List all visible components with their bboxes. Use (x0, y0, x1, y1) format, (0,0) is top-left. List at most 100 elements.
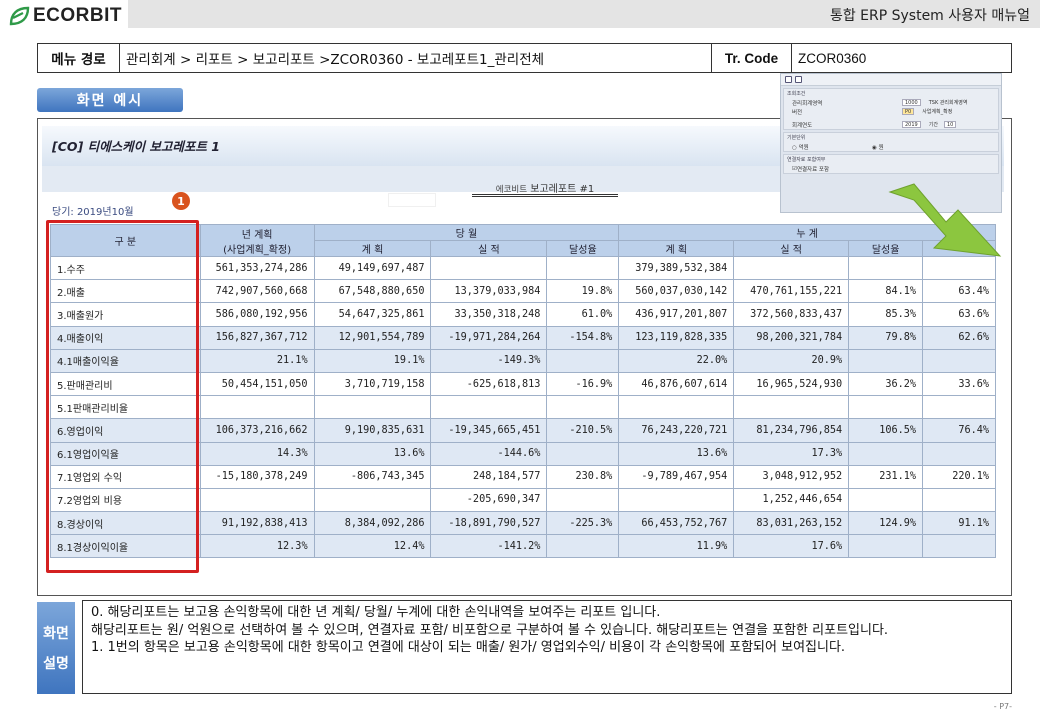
menu-path-table: 메뉴 경로 관리회계 > 리포트 > 보고리포트 >ZCOR0360 - 보고레… (37, 43, 1012, 73)
radio-label: 원 (878, 144, 884, 151)
ecorbit-leaf-icon (9, 6, 30, 26)
cell-cum-actual: 17.6% (733, 534, 850, 559)
cell-cum-rate (848, 487, 924, 513)
controlling-area-input[interactable]: 1000 (902, 99, 921, 106)
cell-cum-actual: 81,234,796,854 (733, 418, 850, 443)
cell-extra: 63.6% (922, 302, 996, 327)
explanation-tab-line1: 화면 (43, 626, 69, 642)
ecorbit-logo: ECORBIT (8, 4, 122, 28)
annual-plan-label: 년 계획 (241, 229, 273, 241)
cell-extra (922, 348, 996, 373)
cell-month-rate (546, 348, 620, 373)
period-input[interactable]: 10 (943, 121, 957, 128)
cell-cum-plan: -9,789,467,954 (618, 464, 735, 489)
group-title: 연결자료 포함여부 (787, 157, 826, 163)
cell-cum-actual: 372,560,833,437 (733, 302, 850, 327)
category-highlight-box (46, 220, 199, 573)
cell-extra (922, 441, 996, 466)
consolidation-checkbox[interactable]: ☑ 연결자료 포함 (784, 164, 998, 173)
cell-extra: 91.1% (922, 511, 996, 536)
cell-extra: 63.4% (922, 279, 996, 304)
cell-month-rate (546, 487, 620, 513)
radio-won[interactable]: ◉ 원 (872, 143, 884, 151)
cell-cum-actual: 83,031,263,152 (733, 511, 850, 536)
cell-cum-rate (848, 348, 924, 373)
cell-month-rate (546, 534, 620, 559)
cell-month-actual: -19,971,284,264 (430, 325, 548, 350)
cell-cum-plan: 436,917,201,807 (618, 302, 735, 327)
tr-code-value: ZCOR0360 (798, 50, 867, 66)
report-subtitle: 에코비트 보고레포트 #1 (470, 180, 620, 197)
cell-month-rate: -16.9% (546, 371, 620, 397)
cell-month-actual: -18,891,790,527 (430, 511, 548, 536)
cell-annual: 742,907,560,668 (199, 279, 315, 304)
cell-month-plan: 13.6% (313, 441, 432, 466)
version-input[interactable]: P0 (902, 108, 915, 115)
popup-toolbar (781, 74, 1001, 86)
popup-group-unit: 기본단위 ○ 억원 ◉ 원 (783, 132, 999, 152)
popup-group-conditions: 조회조건 관리회계영역 1000 TSK 관리회계영역 버전 P0 사업계획_확… (783, 88, 999, 130)
unit-radio-row: ○ 억원 ◉ 원 (784, 142, 998, 151)
cell-cum-rate: 106.5% (848, 418, 924, 443)
execute-icon[interactable] (785, 76, 792, 83)
cell-month-actual: 13,379,033,984 (430, 279, 548, 304)
green-arrow-icon (888, 183, 1002, 257)
col-header-annual-plan: 년 계획 (사업계획_확정) (199, 224, 315, 257)
header-bar: ECORBIT 통합 ERP System 사용자 매뉴얼 (0, 0, 1040, 30)
cell-cum-rate (848, 395, 924, 420)
cell-annual: 561,353,274,286 (199, 255, 315, 281)
cell-cum-rate (848, 441, 924, 466)
info-icon[interactable] (795, 76, 802, 83)
field-desc: TSK 관리회계영역 (928, 100, 968, 106)
cell-month-plan (313, 395, 432, 420)
cell-extra (922, 534, 996, 559)
subtitle-underline (472, 194, 618, 195)
cell-annual: -15,180,378,249 (199, 464, 315, 489)
cell-month-actual: -141.2% (430, 534, 548, 559)
group-title: 기본단위 (787, 135, 806, 141)
cell-cum-rate: 84.1% (848, 279, 924, 304)
cell-extra: 76.4% (922, 418, 996, 443)
fiscal-year-input[interactable]: 2019 (902, 121, 921, 128)
cell-extra (922, 395, 996, 420)
cell-month-rate (546, 255, 620, 281)
radio-label: 억원 (798, 144, 809, 151)
cell-extra: 33.6% (922, 371, 996, 397)
cell-cum-plan: 13.6% (618, 441, 735, 466)
cell-cum-rate: 231.1% (848, 464, 924, 489)
field-label: 관리회계영역 (792, 100, 823, 107)
cell-month-actual: -149.3% (430, 348, 548, 373)
cell-annual: 14.3% (199, 441, 315, 466)
cell-cum-actual: 470,761,155,221 (733, 279, 850, 304)
cell-cum-actual: 20.9% (733, 348, 850, 373)
cell-annual (199, 487, 315, 513)
field-label: 회계연도 (792, 122, 813, 129)
cell-cum-plan: 76,243,220,721 (618, 418, 735, 443)
menu-path-label: 메뉴 경로 (38, 44, 120, 72)
field-label: 버전 (792, 109, 803, 116)
cell-month-actual (430, 255, 548, 281)
field-row-version: 버전 P0 사업계획_확정 (784, 107, 998, 116)
cell-cum-plan: 379,389,532,384 (618, 255, 735, 281)
cell-month-rate: 230.8% (546, 464, 620, 489)
cell-month-actual: -205,690,347 (430, 487, 548, 513)
cell-month-actual: -19,345,665,451 (430, 418, 548, 443)
group-title: 조회조건 (787, 91, 806, 97)
cell-cum-plan: 46,876,607,614 (618, 371, 735, 397)
radio-billion-won[interactable]: ○ 억원 (792, 143, 872, 151)
cell-month-plan: 8,384,092,286 (313, 511, 432, 536)
explanation-tab-line2: 설명 (43, 656, 69, 672)
checkbox-label: 연결자료 포함 (796, 166, 830, 173)
cell-month-plan (313, 487, 432, 513)
report-title: [CO] 티에스케이 보고레포트 1 (52, 139, 220, 154)
col-header-month-actual: 실 적 (430, 240, 548, 257)
cell-cum-plan: 66,453,752,767 (618, 511, 735, 536)
doc-title-bar: 통합 ERP System 사용자 매뉴얼 (128, 0, 1040, 28)
cell-month-actual: -625,618,813 (430, 371, 548, 397)
screen-example-tab: 화면 예시 (37, 88, 183, 112)
cell-cum-actual (733, 255, 850, 281)
annual-plan-sublabel: (사업계획_확정) (223, 244, 292, 256)
field-row-area: 관리회계영역 1000 TSK 관리회계영역 (784, 98, 998, 107)
doc-title: 통합 ERP System 사용자 매뉴얼 (829, 8, 1030, 24)
cell-month-rate (546, 395, 620, 420)
